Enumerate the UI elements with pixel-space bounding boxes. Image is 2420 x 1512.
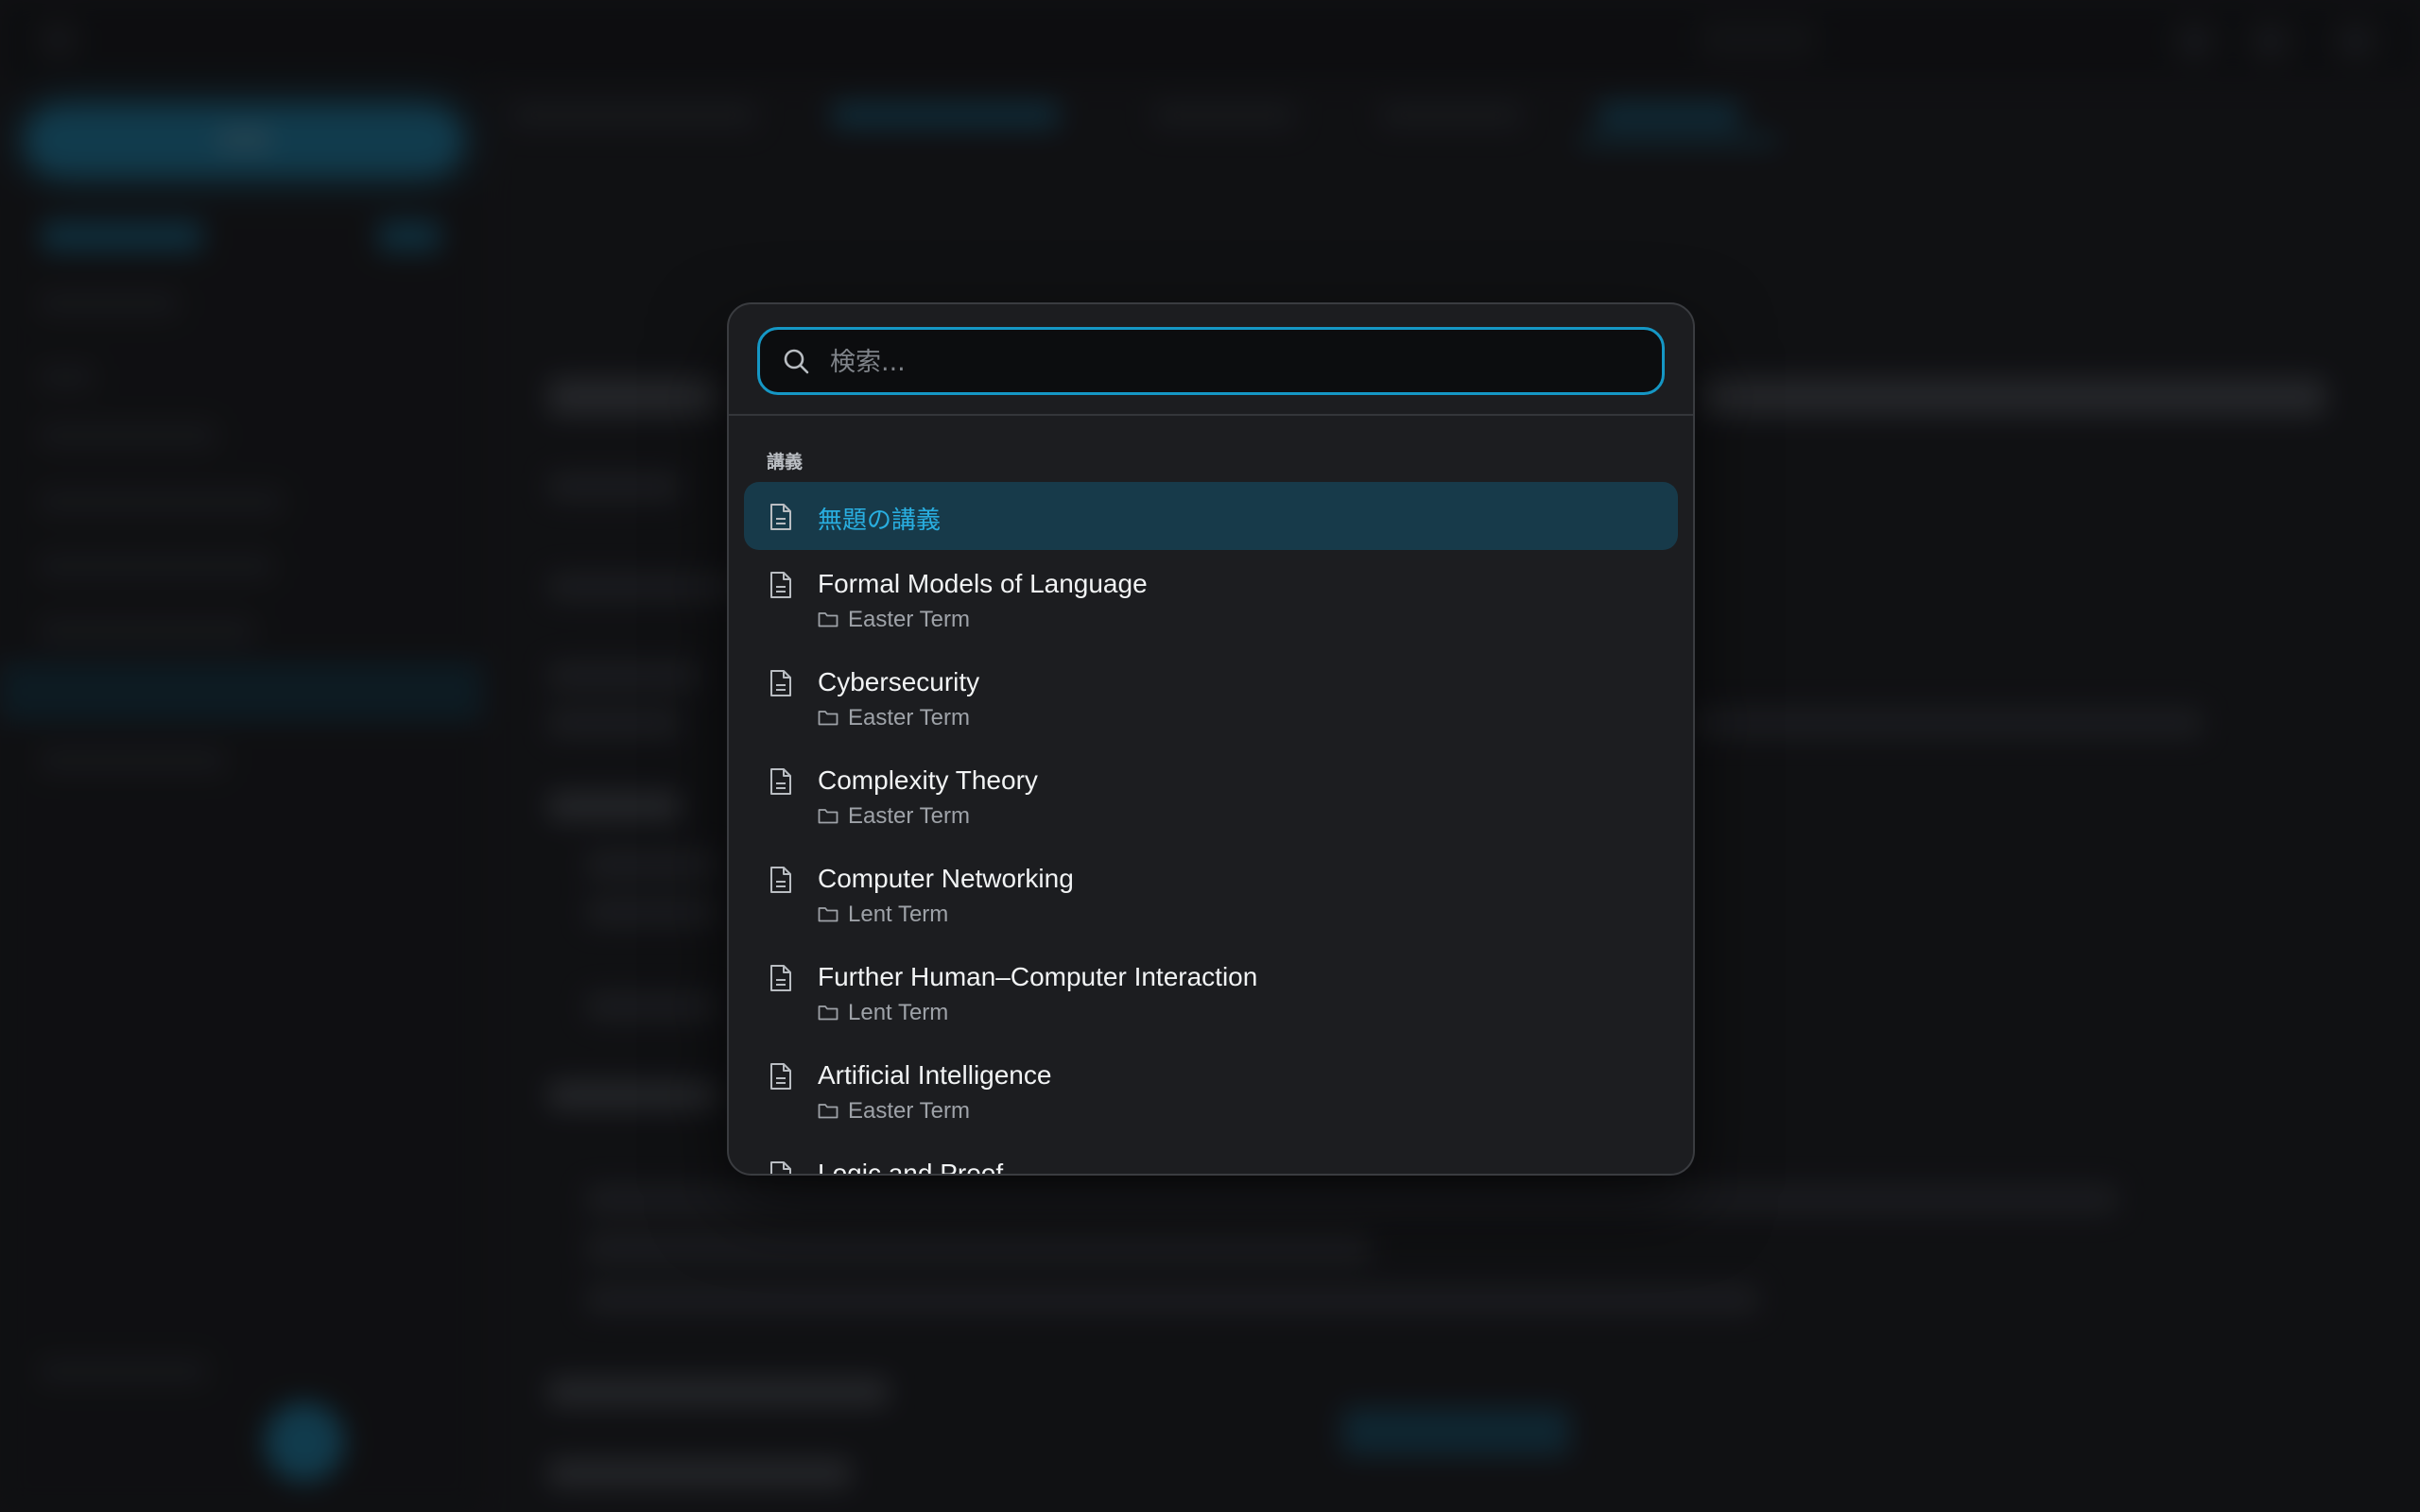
result-folder-label: Easter Term [848,705,970,730]
result-title: Complexity Theory [818,765,1038,795]
result-folder-label: Lent Term [848,1000,949,1025]
folder-icon [818,1005,838,1021]
file-icon [770,1063,791,1090]
folder-icon [818,612,838,627]
divider [729,414,1693,416]
results-list: 無題の講義 Formal Models of Language Easter Ter… [744,482,1678,1176]
result-title: Logic and Proof [818,1159,1004,1176]
folder-icon [818,711,838,726]
result-title: Cybersecurity [818,667,980,696]
result-folder-label: Lent Term [848,902,949,927]
result-title: Further Human–Computer Interaction [818,962,1258,991]
result-title: Computer Networking [818,864,1074,893]
result-item[interactable]: Further Human–Computer Interaction Lent T… [744,943,1678,1041]
result-item[interactable]: 無題の講義 [744,482,1678,550]
file-icon [770,1161,791,1174]
command-palette: 講義 無題の講義 Formal Models of Language Easter … [727,302,1695,1176]
result-folder-label: Easter Term [848,1098,970,1124]
result-title: Artificial Intelligence [818,1060,1052,1090]
search-icon [784,349,809,374]
search-box[interactable] [757,327,1665,395]
file-icon [770,572,791,598]
file-icon [770,768,791,795]
result-title: Formal Models of Language [818,569,1148,598]
folder-icon [818,1104,838,1119]
result-item[interactable]: Logic and Proof [744,1140,1678,1176]
search-input[interactable] [828,330,1645,394]
section-label: 講義 [767,452,804,472]
file-icon [770,965,791,991]
result-item[interactable]: Cybersecurity Easter Term [744,648,1678,747]
folder-icon [818,809,838,824]
file-icon [770,867,791,893]
result-item[interactable]: Formal Models of Language Easter Term [744,550,1678,648]
folder-icon [818,907,838,922]
file-icon [770,504,791,530]
result-folder-label: Easter Term [848,803,970,829]
result-item[interactable]: Artificial Intelligence Easter Term [744,1041,1678,1140]
file-icon [770,670,791,696]
result-item[interactable]: Complexity Theory Easter Term [744,747,1678,845]
result-item[interactable]: Computer Networking Lent Term [744,845,1678,943]
result-title: 無題の講義 [818,507,942,535]
result-folder-label: Easter Term [848,607,970,632]
